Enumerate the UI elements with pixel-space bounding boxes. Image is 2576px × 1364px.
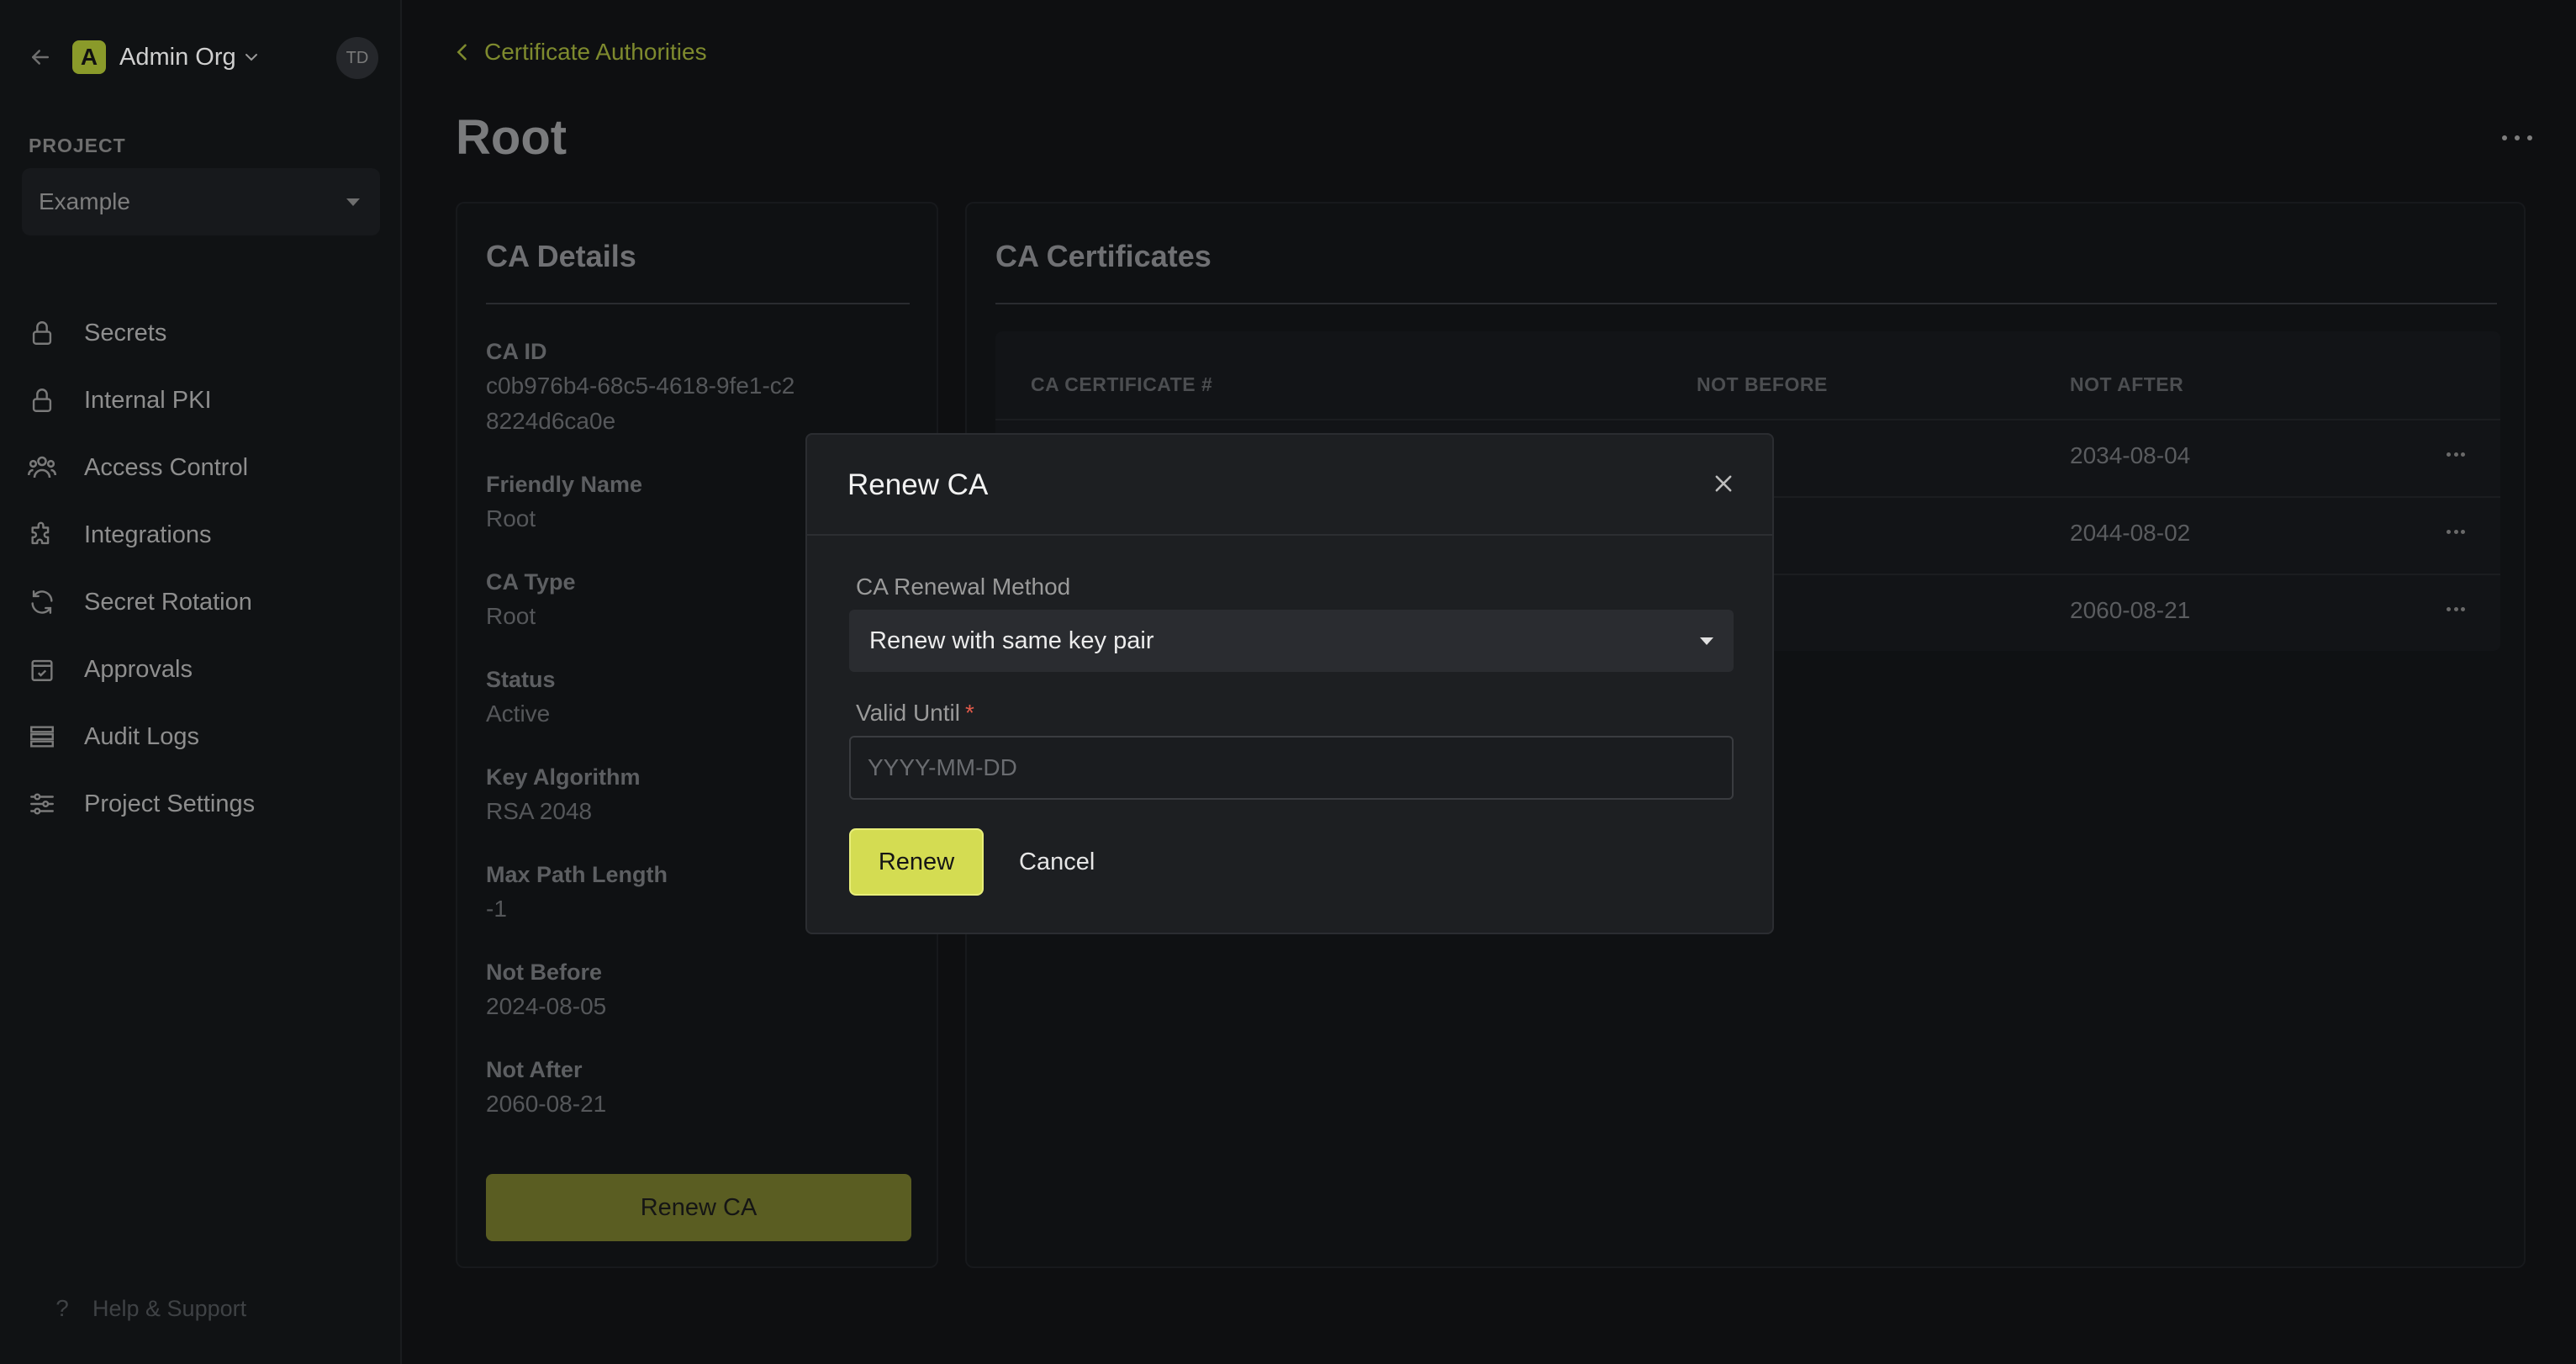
sidebar-item-label: Project Settings: [84, 790, 256, 817]
renew-button[interactable]: Renew: [849, 828, 984, 896]
row-options-icon[interactable]: [2447, 452, 2465, 459]
user-avatar[interactable]: TD: [336, 37, 378, 79]
valid-until-input[interactable]: [849, 736, 1734, 800]
sidebar-item-label: Access Control: [84, 453, 249, 481]
required-marker: *: [964, 700, 974, 726]
chevron-left-icon: [451, 40, 474, 64]
sidebar-item-secret-rotation[interactable]: Secret Rotation: [25, 568, 378, 636]
org-switcher[interactable]: A Admin Org: [24, 37, 261, 77]
caret-down-icon: [1700, 637, 1713, 645]
project-select[interactable]: Example: [22, 168, 380, 235]
renewal-method-label: CA Renewal Method: [856, 574, 1071, 600]
detail-key: Not Before: [486, 960, 603, 985]
sidebar-item-label: Integrations: [84, 521, 212, 548]
close-icon[interactable]: [1708, 468, 1739, 499]
detail-value: 2024-08-05: [486, 993, 607, 1019]
org-name[interactable]: Admin Org: [119, 44, 236, 71]
users-icon: [25, 451, 59, 484]
row-options-icon[interactable]: [2447, 607, 2465, 614]
lock-icon: [25, 383, 59, 417]
breadcrumb-label: Certificate Authorities: [484, 39, 707, 65]
calendar-check-icon: [25, 653, 59, 686]
sidebar-item-approvals[interactable]: Approvals: [25, 636, 378, 703]
sidebar: A Admin Org TD PROJECT Example Secrets I…: [0, 0, 402, 1364]
arrow-left-icon[interactable]: [24, 40, 57, 74]
divider: [486, 303, 910, 304]
column-header: NOT BEFORE: [1697, 373, 1828, 395]
modal-title: Renew CA: [847, 468, 989, 501]
cancel-button[interactable]: Cancel: [1006, 828, 1108, 896]
detail-key: Not After: [486, 1057, 583, 1082]
sidebar-item-integrations[interactable]: Integrations: [25, 501, 378, 568]
page-title: Root: [456, 110, 567, 165]
help-support-link[interactable]: ? Help & Support: [47, 1295, 246, 1322]
detail-not-after: Not After 2060-08-21: [486, 1053, 923, 1122]
list-icon: [25, 720, 59, 753]
sidebar-item-label: Audit Logs: [84, 722, 200, 750]
detail-value: c0b976b4-68c5-4618-9fe1-c28224d6ca0e: [486, 373, 795, 434]
detail-key: CA ID: [486, 339, 547, 364]
renewal-method-value: Renew with same key pair: [869, 626, 1154, 654]
more-options-icon[interactable]: [2502, 126, 2532, 150]
question-icon: ?: [55, 1295, 69, 1321]
detail-not-before: Not Before 2024-08-05: [486, 955, 923, 1024]
renew-ca-modal: Renew CA CA Renewal Method Renew with sa…: [805, 433, 1774, 934]
help-label: Help & Support: [92, 1295, 247, 1321]
sidebar-item-label: Internal PKI: [84, 386, 212, 414]
divider: [995, 303, 2497, 304]
sidebar-item-label: Approvals: [84, 655, 193, 683]
valid-until-label-text: Valid Until: [856, 700, 960, 726]
detail-ca-id: CA ID c0b976b4-68c5-4618-9fe1-c28224d6ca…: [486, 335, 923, 439]
lock-icon: [25, 316, 59, 350]
sidebar-nav: Secrets Internal PKI Access Control Inte…: [25, 299, 378, 838]
project-select-value: Example: [39, 188, 130, 214]
modal-header: Renew CA: [807, 435, 1772, 536]
ca-certificates-heading: CA Certificates: [995, 239, 1211, 273]
sidebar-item-secrets[interactable]: Secrets: [25, 299, 378, 367]
renewal-method-select[interactable]: Renew with same key pair: [849, 610, 1734, 672]
sidebar-item-internal-pki[interactable]: Internal PKI: [25, 367, 378, 434]
cell-not-after: 2034-08-04: [2070, 442, 2191, 468]
cell-not-after: 2044-08-02: [2070, 520, 2191, 546]
sidebar-item-label: Secret Rotation: [84, 588, 252, 616]
row-options-icon[interactable]: [2447, 530, 2465, 537]
rotate-icon: [25, 585, 59, 619]
sidebar-item-project-settings[interactable]: Project Settings: [25, 770, 378, 838]
cell-not-after: 2060-08-21: [2070, 597, 2191, 623]
valid-until-label: Valid Until *: [856, 700, 974, 727]
ca-details-heading: CA Details: [486, 239, 636, 273]
detail-value: 2060-08-21: [486, 1091, 607, 1117]
caret-down-icon: [346, 198, 360, 206]
breadcrumb[interactable]: Certificate Authorities: [451, 39, 707, 66]
sidebar-item-audit-logs[interactable]: Audit Logs: [25, 703, 378, 770]
sidebar-item-access-control[interactable]: Access Control: [25, 434, 378, 501]
chevron-down-icon: [241, 47, 261, 67]
sidebar-item-label: Secrets: [84, 319, 167, 346]
renew-ca-button[interactable]: Renew CA: [486, 1174, 911, 1241]
column-header: CA CERTIFICATE #: [1031, 373, 1213, 395]
sliders-icon: [25, 787, 59, 821]
org-avatar: A: [72, 40, 106, 74]
column-header: NOT AFTER: [2070, 373, 2184, 395]
puzzle-icon: [25, 518, 59, 552]
project-label: PROJECT: [29, 135, 126, 156]
